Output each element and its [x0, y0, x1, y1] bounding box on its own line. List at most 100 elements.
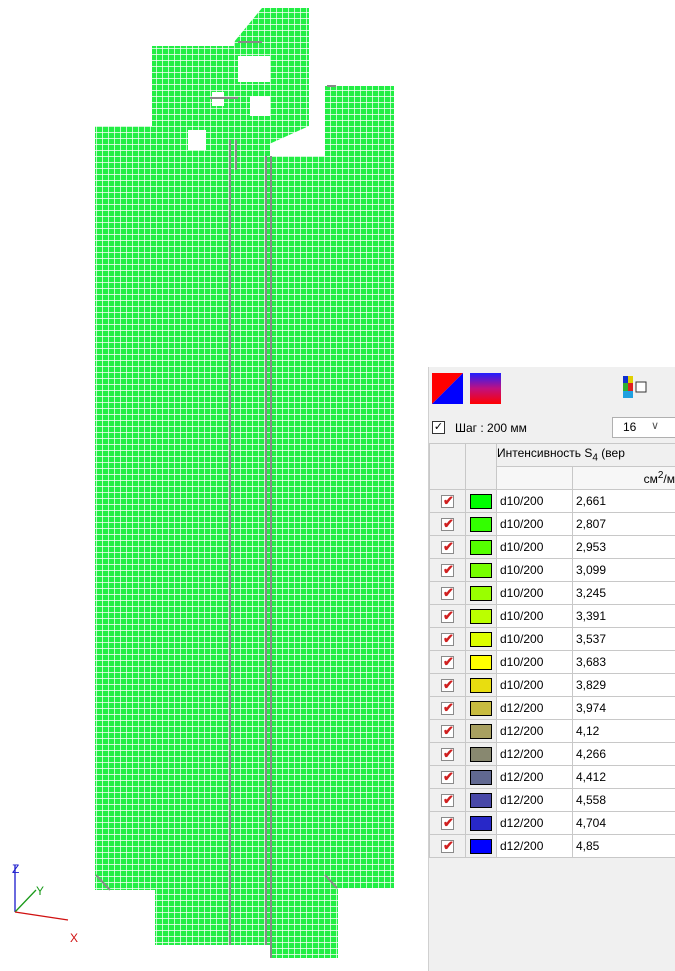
color-swatch: [470, 631, 492, 647]
step-checkbox[interactable]: ✓: [432, 421, 445, 434]
axis-x-label: X: [70, 931, 78, 945]
row-bar-label: d10/200: [496, 489, 573, 513]
checkmark-icon: [441, 562, 454, 578]
row-value: 4,704: [572, 811, 675, 835]
row-bar-label: d12/200: [496, 788, 573, 812]
wall-panel-center-core: [155, 96, 270, 945]
row-value: 4,266: [572, 742, 675, 766]
color-swatch: [470, 562, 492, 578]
table-row: d10/2003,537: [429, 627, 675, 651]
checkmark-icon: [441, 815, 454, 831]
table-row: d10/2003,829: [429, 673, 675, 697]
table-row: d12/2004,704: [429, 811, 675, 835]
row-color-swatch[interactable]: [465, 535, 497, 559]
row-visibility-checkbox[interactable]: [429, 673, 466, 697]
color-swatch: [470, 746, 492, 762]
table-row: d10/2003,245: [429, 581, 675, 605]
axis-z-label: Z: [12, 862, 19, 876]
color-swatch: [470, 723, 492, 739]
row-value: 2,661: [572, 489, 675, 513]
row-visibility-checkbox[interactable]: [429, 650, 466, 674]
row-visibility-checkbox[interactable]: [429, 604, 466, 628]
row-color-swatch[interactable]: [465, 627, 497, 651]
row-visibility-checkbox[interactable]: [429, 696, 466, 720]
row-color-swatch[interactable]: [465, 558, 497, 582]
step-count-value: 16: [623, 420, 637, 434]
axis-y-label: Y: [36, 884, 44, 898]
row-visibility-checkbox[interactable]: [429, 558, 466, 582]
row-visibility-checkbox[interactable]: [429, 535, 466, 559]
column-header-unit: см2/м: [572, 466, 675, 490]
step-label: Шаг : 200 мм: [455, 421, 527, 435]
row-color-swatch[interactable]: [465, 788, 497, 812]
legend-table: Интенсивность S4 (вер см2/м d10/2002,661…: [429, 443, 675, 858]
row-visibility-checkbox[interactable]: [429, 489, 466, 513]
row-color-swatch[interactable]: [465, 650, 497, 674]
row-bar-label: d10/200: [496, 650, 573, 674]
row-color-swatch[interactable]: [465, 834, 497, 858]
row-visibility-checkbox[interactable]: [429, 834, 466, 858]
row-color-swatch[interactable]: [465, 742, 497, 766]
row-visibility-checkbox[interactable]: [429, 788, 466, 812]
row-bar-label: d10/200: [496, 558, 573, 582]
row-color-swatch[interactable]: [465, 489, 497, 513]
chevron-down-icon: ∨: [651, 420, 660, 432]
row-value: 3,099: [572, 558, 675, 582]
checkmark-icon: [441, 631, 454, 647]
row-color-swatch[interactable]: [465, 719, 497, 743]
checkmark-icon: [441, 516, 454, 532]
row-color-swatch[interactable]: [465, 811, 497, 835]
checkmark-icon: [441, 608, 454, 624]
row-color-swatch[interactable]: [465, 765, 497, 789]
row-value: 4,12: [572, 719, 675, 743]
row-visibility-checkbox[interactable]: [429, 512, 466, 536]
row-value: 2,807: [572, 512, 675, 536]
row-bar-label: d10/200: [496, 627, 573, 651]
table-header-row: Интенсивность S4 (вер: [429, 443, 675, 490]
row-bar-label: d12/200: [496, 834, 573, 858]
color-swatch: [470, 769, 492, 785]
table-row: d10/2002,807: [429, 512, 675, 536]
row-visibility-checkbox[interactable]: [429, 811, 466, 835]
row-bar-label: d12/200: [496, 696, 573, 720]
color-swatch: [470, 815, 492, 831]
checkmark-icon: [441, 792, 454, 808]
row-visibility-checkbox[interactable]: [429, 627, 466, 651]
row-color-swatch[interactable]: [465, 673, 497, 697]
row-value: 3,391: [572, 604, 675, 628]
axis-triad: Z Y X: [12, 862, 78, 945]
color-swatch: [470, 493, 492, 509]
checkmark-icon: [441, 746, 454, 762]
table-row: d12/2004,85: [429, 834, 675, 858]
red-blue-diagonal-icon[interactable]: [432, 373, 463, 404]
checkmark-icon: [441, 723, 454, 739]
row-bar-label: d10/200: [496, 604, 573, 628]
row-value: 4,412: [572, 765, 675, 789]
table-row: d12/2004,558: [429, 788, 675, 812]
row-color-swatch[interactable]: [465, 696, 497, 720]
step-count-dropdown[interactable]: 16 ∨: [612, 417, 675, 438]
column-header-title: Интенсивность S4 (вер: [496, 443, 675, 467]
checkmark-icon: [441, 677, 454, 693]
row-bar-label: d10/200: [496, 581, 573, 605]
row-value: 3,537: [572, 627, 675, 651]
row-color-swatch[interactable]: [465, 512, 497, 536]
table-row: d12/2004,12: [429, 719, 675, 743]
gradient-icon[interactable]: [470, 373, 501, 404]
color-swatch: [470, 539, 492, 555]
table-row: d12/2003,974: [429, 696, 675, 720]
row-visibility-checkbox[interactable]: [429, 719, 466, 743]
table-row: d10/2003,391: [429, 604, 675, 628]
row-value: 4,558: [572, 788, 675, 812]
row-color-swatch[interactable]: [465, 581, 497, 605]
color-scale-toggle-icon[interactable]: [619, 375, 655, 399]
row-bar-label: d12/200: [496, 811, 573, 835]
row-visibility-checkbox[interactable]: [429, 581, 466, 605]
row-visibility-checkbox[interactable]: [429, 742, 466, 766]
row-value: 3,829: [572, 673, 675, 697]
color-swatch: [470, 838, 492, 854]
color-swatch: [470, 585, 492, 601]
row-color-swatch[interactable]: [465, 604, 497, 628]
row-visibility-checkbox[interactable]: [429, 765, 466, 789]
table-row: d10/2002,661: [429, 489, 675, 513]
